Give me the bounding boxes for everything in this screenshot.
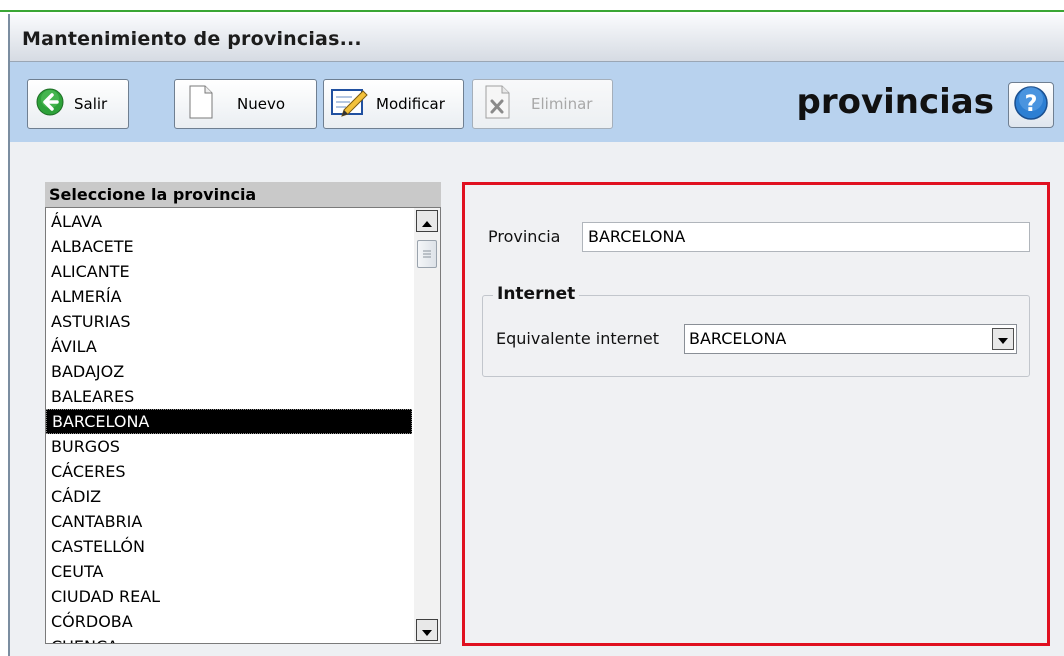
scroll-down-arrow-icon bbox=[422, 621, 432, 640]
list-scrollbar[interactable] bbox=[414, 208, 440, 643]
chevron-down-icon bbox=[998, 325, 1008, 353]
edit-pencil-icon bbox=[330, 86, 368, 122]
edit-button[interactable]: Modificar bbox=[323, 79, 464, 129]
list-item[interactable]: CIUDAD REAL bbox=[46, 584, 412, 609]
internet-group: Internet Equivalente internet BARCELONA bbox=[482, 284, 1030, 377]
delete-button-label: Eliminar bbox=[531, 95, 593, 113]
back-arrow-icon bbox=[36, 88, 64, 120]
list-item[interactable]: BADAJOZ bbox=[46, 359, 412, 384]
province-label: Provincia bbox=[488, 227, 561, 246]
list-item[interactable]: ALMERÍA bbox=[46, 284, 412, 309]
top-border bbox=[0, 0, 1064, 12]
page-heading: provincias bbox=[796, 82, 994, 122]
scroll-down-button[interactable] bbox=[416, 619, 438, 641]
list-item[interactable]: CUENCA bbox=[46, 634, 412, 643]
internet-equivalent-value: BARCELONA bbox=[689, 329, 787, 348]
list-item[interactable]: BALEARES bbox=[46, 384, 412, 409]
list-item[interactable]: CEUTA bbox=[46, 559, 412, 584]
internet-group-title: Internet bbox=[493, 284, 580, 304]
list-item[interactable]: CASTELLÓN bbox=[46, 534, 412, 559]
delete-document-icon bbox=[485, 85, 513, 123]
scroll-up-arrow-icon bbox=[422, 212, 432, 231]
list-item[interactable]: ÁLAVA bbox=[46, 209, 412, 234]
delete-button[interactable]: Eliminar bbox=[472, 79, 613, 129]
list-item[interactable]: ASTURIAS bbox=[46, 309, 412, 334]
svg-text:?: ? bbox=[1025, 92, 1038, 117]
province-input[interactable]: BARCELONA bbox=[582, 222, 1030, 252]
title-bar: Mantenimiento de provincias... bbox=[10, 14, 1064, 62]
list-item[interactable]: CÁCERES bbox=[46, 459, 412, 484]
edit-button-label: Modificar bbox=[376, 95, 445, 113]
window-title: Mantenimiento de provincias... bbox=[22, 28, 362, 50]
province-listbox[interactable]: ÁLAVA ALBACETE ALICANTE ALMERÍA ASTURIAS ÁVIL… bbox=[45, 207, 441, 644]
internet-equivalent-select[interactable]: BARCELONA bbox=[684, 324, 1017, 354]
new-button-label: Nuevo bbox=[237, 95, 286, 113]
exit-button-label: Salir bbox=[74, 95, 108, 113]
content-area: Seleccione la provincia ÁLAVA ALBACETE ALI… bbox=[10, 142, 1064, 656]
list-item[interactable]: ALBACETE bbox=[46, 234, 412, 259]
list-item[interactable]: CANTABRIA bbox=[46, 509, 412, 534]
new-button[interactable]: Nuevo bbox=[174, 79, 317, 129]
detail-panel: Provincia BARCELONA Internet Equivalente… bbox=[462, 182, 1050, 646]
dropdown-arrow-button[interactable] bbox=[992, 328, 1014, 350]
province-list-panel: Seleccione la provincia ÁLAVA ALBACETE ALI… bbox=[45, 182, 441, 646]
province-list-items: ÁLAVA ALBACETE ALICANTE ALMERÍA ASTURIAS ÁVIL… bbox=[46, 209, 412, 643]
new-document-icon bbox=[189, 85, 213, 123]
list-item[interactable]: CÁDIZ bbox=[46, 484, 412, 509]
list-header: Seleccione la provincia bbox=[45, 182, 441, 207]
list-item[interactable]: BURGOS bbox=[46, 434, 412, 459]
list-item[interactable]: ÁVILA bbox=[46, 334, 412, 359]
scroll-up-button[interactable] bbox=[416, 210, 438, 232]
question-mark-icon: ? bbox=[1013, 85, 1049, 125]
list-item[interactable]: ALICANTE bbox=[46, 259, 412, 284]
exit-button[interactable]: Salir bbox=[27, 79, 129, 129]
window: Mantenimiento de provincias... Salir Nue… bbox=[8, 14, 1064, 656]
toolbar: Salir Nuevo Modificar Eliminar provincia… bbox=[10, 62, 1064, 142]
list-item[interactable]: BARCELONA bbox=[46, 409, 412, 434]
help-button[interactable]: ? bbox=[1008, 82, 1054, 128]
internet-equivalent-label: Equivalente internet bbox=[496, 329, 660, 348]
list-item[interactable]: CÓRDOBA bbox=[46, 609, 412, 634]
scroll-thumb[interactable] bbox=[417, 240, 437, 268]
